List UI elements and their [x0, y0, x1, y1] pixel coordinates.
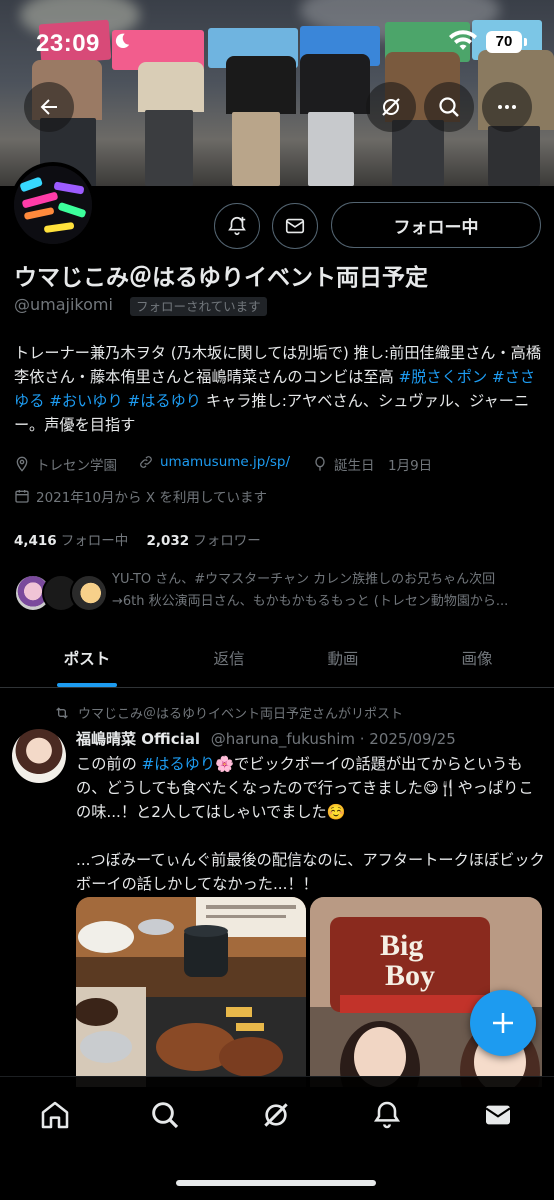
post-text-segment: ...つぼみーてぃんぐ前最後の配信なのに、アフタートークほぼビックボーイの話しか… — [76, 851, 545, 893]
wifi-icon — [449, 30, 477, 50]
compose-button[interactable] — [470, 990, 536, 1056]
bell-icon — [373, 1101, 401, 1129]
food-photo — [76, 897, 306, 1087]
back-button[interactable] — [24, 82, 74, 132]
profile-location: トレセン学園 — [14, 454, 117, 474]
profile-bio: トレーナー兼乃木ヲタ (乃木坂に関しては別垢で) 推し:前田佳織里さん・高橋李依… — [14, 341, 544, 437]
nav-home[interactable] — [35, 1095, 75, 1135]
post-author-name[interactable]: 福嶋晴菜 Official — [76, 730, 200, 748]
more-button[interactable] — [482, 82, 532, 132]
post-author-handle[interactable]: @haruna_fukushim · 2025/09/25 — [211, 730, 456, 748]
joined-text: 2021年10月から X を利用しています — [36, 490, 267, 506]
home-indicator — [176, 1180, 376, 1186]
status-bar: 23:09 70 — [0, 24, 554, 64]
envelope-icon — [285, 218, 305, 234]
battery-indicator: 70 — [486, 31, 527, 53]
status-time: 23:09 — [36, 30, 100, 57]
nav-grok[interactable] — [256, 1095, 296, 1135]
post-header: 福嶋晴菜 Official @haruna_fukushim · 2025/09… — [76, 728, 546, 749]
more-horizontal-icon — [498, 105, 516, 109]
follows-you-badge: フォローされています — [130, 297, 267, 316]
tab-images[interactable]: 画像 — [414, 628, 540, 687]
followed-by-text[interactable]: YU-TO さん、#ウマスターチャン カレン族推しのお兄ちゃん次回 →6th 秋… — [112, 569, 542, 613]
search-icon — [439, 97, 459, 117]
profile-website[interactable]: umamusume.jp/sp/ — [138, 454, 290, 470]
grok-button[interactable] — [366, 82, 416, 132]
profile-tabs: ポスト 返信 動画 画像 — [0, 628, 554, 688]
following-button[interactable]: フォロー中 — [331, 202, 541, 248]
following-count-link[interactable]: 4,416 フォロー中 — [14, 533, 128, 549]
post-text-segment: この前の — [76, 755, 142, 773]
sign-text: Boy — [385, 959, 435, 992]
avatar-image — [14, 166, 92, 244]
post-image[interactable] — [76, 897, 306, 1087]
nav-messages[interactable] — [478, 1095, 518, 1135]
tab-videos[interactable]: 動画 — [280, 628, 406, 687]
search-icon — [152, 1102, 179, 1129]
location-pin-icon — [16, 456, 28, 472]
message-button[interactable] — [272, 203, 318, 249]
post-author-avatar[interactable] — [12, 729, 66, 783]
location-text: トレセン学園 — [36, 458, 117, 474]
nav-notifications[interactable] — [367, 1095, 407, 1135]
balloon-icon — [315, 456, 325, 471]
followed-by-line: YU-TO さん、#ウマスターチャン カレン族推しのお兄ちゃん次回 — [112, 572, 496, 587]
arrow-left-icon — [40, 99, 57, 115]
profile-joined: 2021年10月から X を利用しています — [14, 486, 267, 506]
profile-avatar[interactable] — [10, 162, 96, 248]
grok-icon — [264, 1103, 288, 1127]
notify-button[interactable] — [214, 203, 260, 249]
website-link[interactable]: umamusume.jp/sp/ — [160, 454, 290, 470]
envelope-icon — [485, 1105, 511, 1125]
grok-icon — [382, 98, 400, 116]
repost-icon — [56, 706, 68, 719]
profile-handle: @umajikomi — [14, 295, 113, 314]
post-hashtag[interactable]: #はるゆり — [142, 755, 215, 773]
bio-hashtag[interactable]: #はるゆり — [128, 392, 201, 410]
profile-display-name: ウマじこみ＠はるゆりイベント両日予定 — [14, 265, 428, 291]
followed-by-line: →6th 秋公演両日さん、もかもかもるもっと (トレセン動物園から... — [112, 594, 509, 609]
followers-count-link[interactable]: 2,032 フォロワー — [147, 533, 261, 549]
tab-posts[interactable]: ポスト — [22, 628, 152, 687]
moon-icon — [115, 33, 130, 49]
nav-search[interactable] — [145, 1095, 185, 1135]
avatar — [70, 574, 108, 612]
repost-note[interactable]: ウマじこみ＠はるゆりイベント両日予定さんがリポスト — [54, 703, 403, 722]
profile-birthday: 誕生日 1月9日 — [312, 454, 432, 474]
followers-label: フォロワー — [193, 533, 261, 549]
calendar-icon — [15, 490, 29, 503]
post-text: この前の #はるゆり🌸でビックボーイの話題が出てからというもの、どうしても食べた… — [76, 752, 546, 896]
sign-text: Big — [380, 929, 423, 962]
tab-replies[interactable]: 返信 — [166, 628, 292, 687]
following-label: フォロー中 — [60, 533, 129, 549]
active-tab-indicator — [57, 683, 117, 687]
repost-note-text: ウマじこみ＠はるゆりイベント両日予定さんがリポスト — [78, 707, 404, 722]
search-button[interactable] — [424, 82, 474, 132]
bio-hashtag[interactable]: #脱さくポン — [399, 368, 488, 386]
followers-count: 2,032 — [146, 533, 190, 549]
follow-counts: 4,416 フォロー中 2,032 フォロワー — [14, 529, 261, 549]
birthday-text: 誕生日 1月9日 — [334, 458, 433, 474]
link-icon — [140, 456, 152, 468]
bell-plus-icon — [228, 216, 246, 236]
bio-hashtag[interactable]: #おいゆり — [49, 392, 122, 410]
following-count: 4,416 — [14, 533, 57, 549]
followed-by-avatars[interactable] — [14, 574, 108, 614]
home-icon — [41, 1101, 69, 1129]
plus-icon — [493, 1013, 513, 1033]
